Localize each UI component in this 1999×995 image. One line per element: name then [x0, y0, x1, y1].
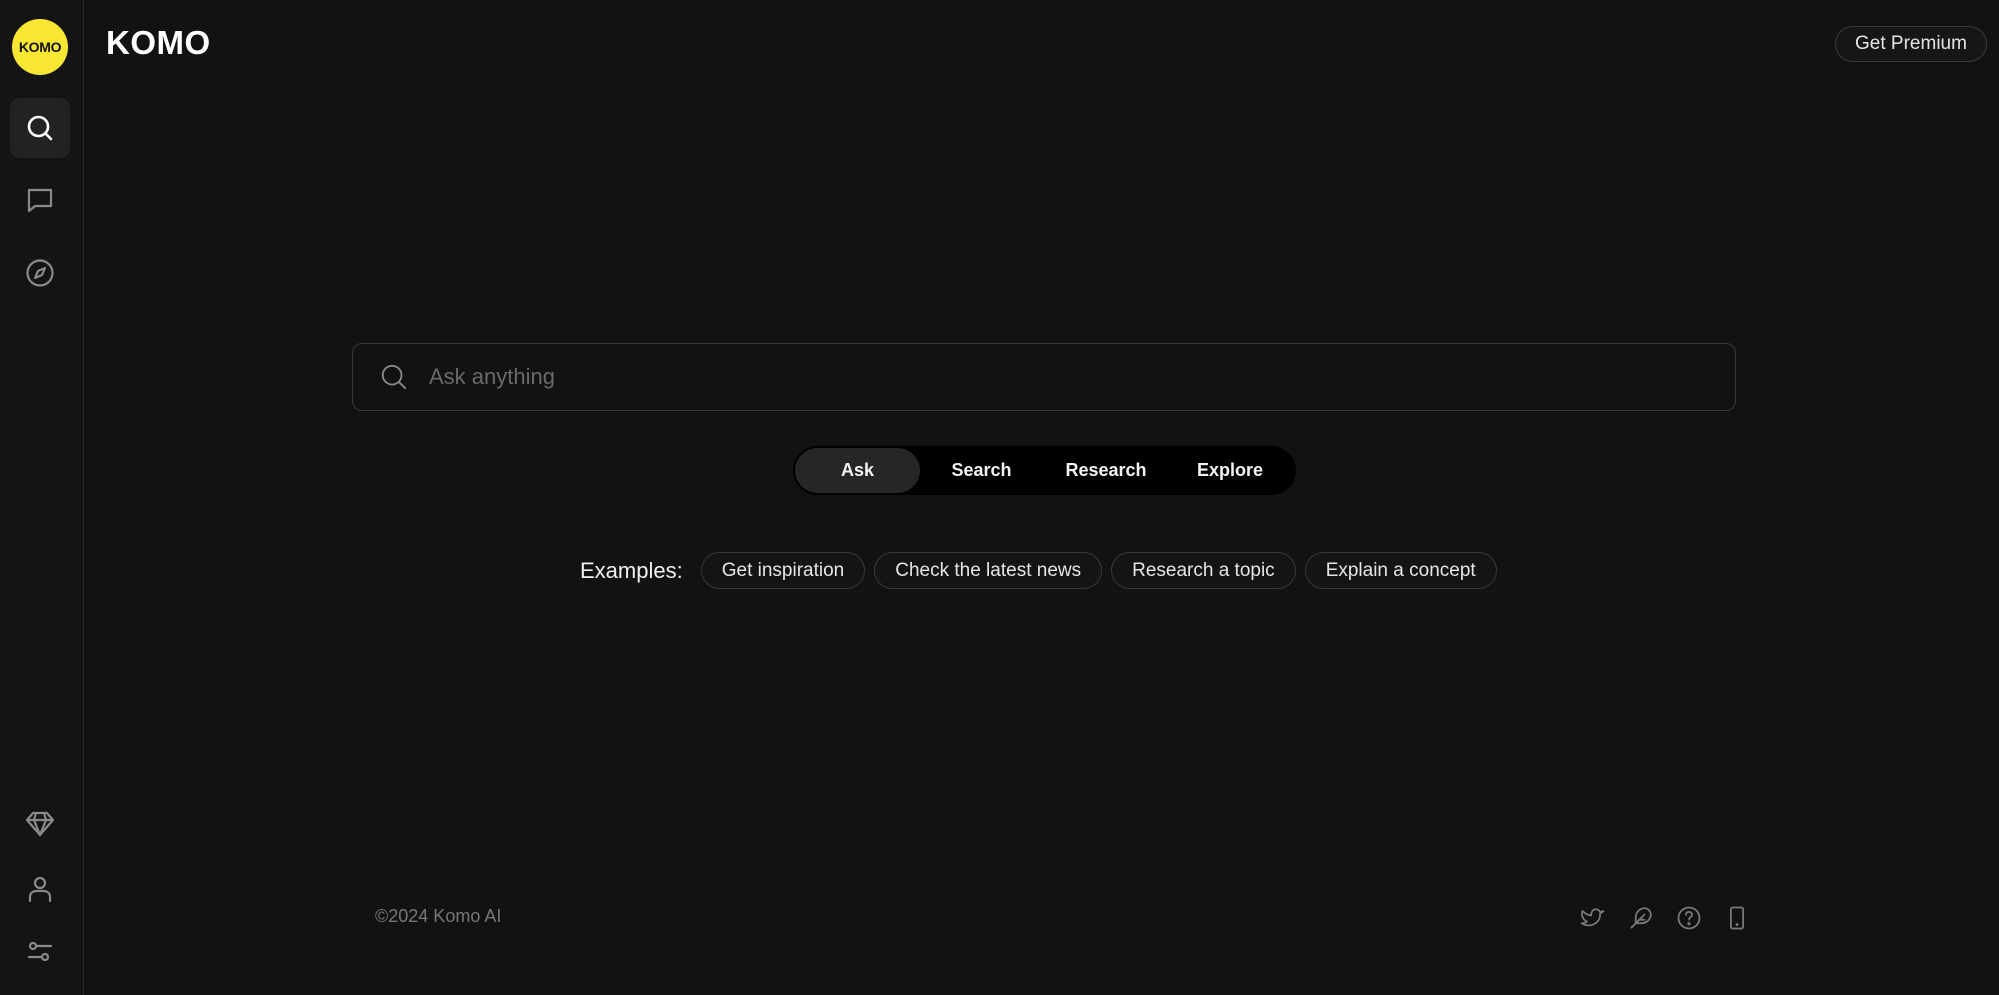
user-icon	[28, 876, 52, 903]
chat-icon	[27, 188, 53, 213]
mobile-app-link[interactable]	[1719, 900, 1755, 936]
page-title: KOMO	[106, 24, 211, 61]
feather-icon	[1630, 907, 1652, 929]
tab-research[interactable]: Research	[1043, 448, 1169, 493]
example-chip-research[interactable]: Research a topic	[1111, 552, 1296, 589]
blog-link[interactable]	[1623, 900, 1659, 936]
sidebar-item-profile[interactable]	[10, 859, 70, 919]
diamond-icon	[25, 811, 55, 837]
compass-icon	[26, 259, 54, 287]
footer-links	[1575, 900, 1767, 936]
help-icon	[1677, 906, 1701, 930]
examples-label: Examples:	[580, 557, 683, 583]
search-icon	[27, 115, 53, 141]
help-link[interactable]	[1671, 900, 1707, 936]
sidebar-item-premium[interactable]	[10, 793, 70, 853]
example-chip-news[interactable]: Check the latest news	[874, 552, 1103, 589]
sliders-icon	[27, 941, 53, 962]
examples-row: Examples: Get inspiration Check the late…	[580, 552, 1506, 589]
example-chip-inspiration[interactable]: Get inspiration	[700, 552, 866, 589]
logo-text: KOMO	[18, 39, 62, 55]
sidebar: KOMO	[0, 0, 84, 995]
sidebar-item-settings[interactable]	[10, 921, 70, 981]
twitter-icon	[1580, 908, 1605, 927]
sidebar-item-search[interactable]	[10, 98, 70, 158]
copyright-text: ©2024 Komo AI	[375, 906, 502, 926]
example-chip-concept[interactable]: Explain a concept	[1304, 552, 1497, 589]
tab-ask[interactable]: Ask	[795, 448, 920, 493]
twitter-link[interactable]	[1575, 900, 1611, 936]
mobile-icon	[1730, 906, 1744, 930]
get-premium-button[interactable]: Get Premium	[1835, 26, 1987, 62]
search-input[interactable]	[429, 344, 1735, 410]
sidebar-item-explore[interactable]	[10, 243, 70, 303]
mode-tabs: Ask Search Research Explore	[793, 446, 1296, 495]
komo-logo[interactable]: KOMO	[12, 19, 68, 75]
search-box[interactable]	[352, 343, 1736, 411]
search-icon	[381, 364, 407, 390]
tab-search[interactable]: Search	[920, 448, 1043, 493]
tab-explore[interactable]: Explore	[1169, 448, 1291, 493]
sidebar-item-chat[interactable]	[10, 170, 70, 230]
